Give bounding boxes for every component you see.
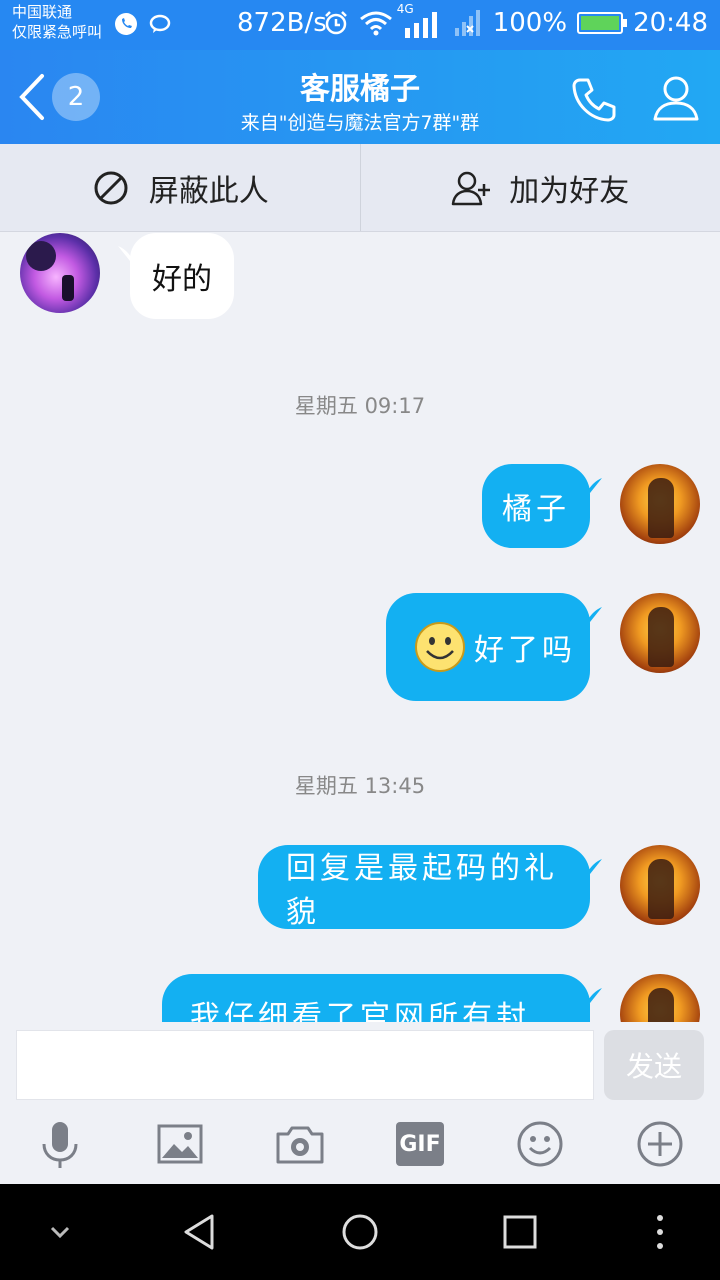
nav-menu-icon[interactable] [638, 1210, 682, 1254]
message-bubble-incoming[interactable]: 好的 [130, 233, 234, 319]
image-icon[interactable] [154, 1118, 206, 1170]
nav-back-icon[interactable] [178, 1210, 222, 1254]
message-text: 好了吗 [474, 633, 576, 668]
message-text: 好的 [152, 262, 212, 297]
more-plus-icon[interactable] [634, 1118, 686, 1170]
emoji-icon[interactable] [514, 1118, 566, 1170]
bubble-tail [586, 607, 602, 627]
nav-home-icon[interactable] [338, 1210, 382, 1254]
block-user-button[interactable]: 屏蔽此人 [0, 144, 360, 231]
hide-nav-icon[interactable] [38, 1210, 82, 1254]
status-right-group: 4G 100% 20:48 [323, 2, 708, 38]
send-button[interactable]: 发送 [604, 1030, 704, 1100]
stranger-action-bar: 屏蔽此人 加为好友 [0, 144, 720, 232]
profile-button[interactable] [650, 72, 702, 124]
message-text: 我仔细看了官网所有封号帖 [190, 1000, 530, 1022]
message-timestamp: 星期五 09:17 [294, 394, 426, 418]
block-icon [94, 171, 128, 204]
add-friend-label: 加为好友 [509, 173, 630, 209]
status-bar: 中国联通 仅限紧急呼叫 872B/s 4G 100% 20:48 [0, 0, 720, 50]
camera-icon[interactable] [274, 1118, 326, 1170]
chat-header: 2 客服橘子 来自"创造与魔法官方7群"群 [0, 50, 720, 144]
battery-icon [577, 12, 628, 34]
bubble-tail [586, 859, 602, 879]
signal-x-icon [454, 10, 480, 36]
message-list[interactable]: 好的 星期五 09:17 橘子 好了吗 星期五 13:45 回复是最起码的礼貌 … [0, 232, 720, 1022]
bubble-tail [586, 988, 602, 1008]
clock: 20:48 [633, 8, 708, 38]
system-nav-bar [0, 1184, 720, 1280]
signal-4g-icon: 4G [397, 2, 443, 38]
network-speed: 872B/s [237, 8, 327, 38]
input-toolbar: GIF [0, 1112, 720, 1182]
battery-percent: 100% [492, 8, 568, 38]
message-text: 橘子 [502, 492, 570, 527]
add-friend-button[interactable]: 加为好友 [359, 144, 720, 231]
bubble-tail [586, 478, 602, 498]
phone-notification-icon [115, 13, 137, 35]
message-bubble-outgoing[interactable]: 回复是最起码的礼貌 [258, 845, 590, 930]
call-button[interactable] [568, 74, 620, 126]
contact-avatar[interactable] [20, 233, 100, 313]
emergency-only-note: 仅限紧急呼叫 [12, 23, 103, 41]
message-bubble-outgoing[interactable]: 好了吗 [386, 593, 590, 701]
add-friend-icon [452, 171, 491, 205]
alarm-icon [324, 11, 347, 35]
smiley-emoji-icon [415, 622, 465, 672]
message-notification-icon [149, 14, 171, 33]
my-avatar[interactable] [620, 593, 700, 673]
message-bubble-outgoing[interactable]: 橘子 [482, 464, 590, 548]
carrier-info: 中国联通 仅限紧急呼叫 [12, 2, 102, 42]
status-notification-icons [114, 12, 172, 36]
voice-icon[interactable] [34, 1118, 86, 1170]
carrier-name: 中国联通 [12, 3, 73, 21]
message-input[interactable] [16, 1030, 594, 1100]
message-timestamp: 星期五 13:45 [294, 774, 426, 798]
message-text: 回复是最起码的礼貌 [286, 851, 558, 930]
message-bubble-outgoing[interactable]: 我仔细看了官网所有封号帖 [162, 974, 590, 1022]
my-avatar[interactable] [620, 845, 700, 925]
input-area: 发送 GIF [0, 1022, 720, 1184]
gif-button[interactable]: GIF [396, 1122, 444, 1166]
nav-recents-icon[interactable] [498, 1210, 542, 1254]
block-user-label: 屏蔽此人 [148, 173, 269, 209]
wifi-icon [359, 11, 392, 36]
my-avatar[interactable] [620, 464, 700, 544]
my-avatar[interactable] [620, 974, 700, 1022]
